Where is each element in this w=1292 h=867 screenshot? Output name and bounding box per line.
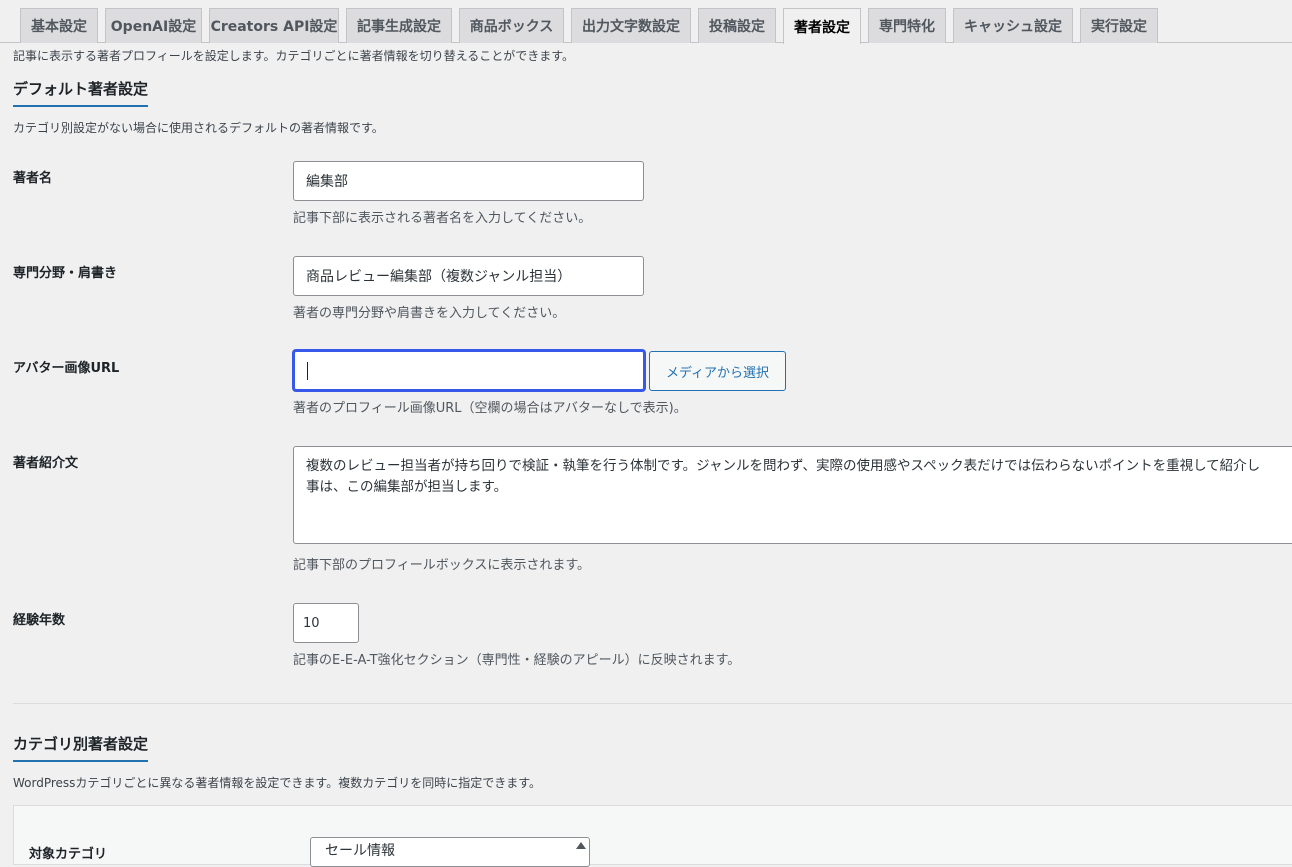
specialty-label: 専門分野・肩書き: [13, 266, 118, 281]
tab-cache-settings[interactable]: キャッシュ設定: [953, 8, 1073, 43]
tab-output-length-settings[interactable]: 出力文字数設定: [571, 8, 691, 43]
experience-years-label: 経験年数: [13, 613, 66, 628]
tab-openai-settings[interactable]: OpenAI設定: [105, 8, 202, 43]
select-from-media-button[interactable]: メディアから選択: [649, 351, 786, 391]
scroll-up-icon[interactable]: [576, 842, 586, 849]
tab-execution-settings[interactable]: 実行設定: [1080, 8, 1158, 43]
specialty-input[interactable]: 商品レビュー編集部（複数ジャンル担当）: [293, 256, 644, 296]
author-name-input[interactable]: 編集部: [293, 161, 644, 201]
author-bio-label: 著者紹介文: [13, 456, 79, 471]
author-bio-line-1: 複数のレビュー担当者が持ち回りで検証・執筆を行う体制です。ジャンルを問わず、実際…: [306, 458, 1261, 474]
tab-creators-api-settings[interactable]: Creators API設定: [209, 8, 339, 43]
author-bio-line-2: 事は、この編集部が担当します。: [306, 479, 508, 495]
tab-product-box[interactable]: 商品ボックス: [459, 8, 564, 43]
tab-basic-settings[interactable]: 基本設定: [20, 8, 98, 43]
experience-years-input[interactable]: 10: [293, 603, 359, 643]
tab-author-settings[interactable]: 著者設定: [783, 8, 861, 44]
section-divider: [13, 703, 1292, 704]
default-author-heading: デフォルト著者設定: [13, 78, 149, 107]
selected-category-option: セール情報: [325, 843, 395, 859]
category-author-heading: カテゴリ別著者設定: [13, 733, 149, 762]
author-bio-textarea[interactable]: 複数のレビュー担当者が持ち回りで検証・執筆を行う体制です。ジャンルを問わず、実際…: [293, 446, 1292, 544]
text-caret: [307, 361, 308, 380]
page-intro: 記事に表示する著者プロフィールを設定します。カテゴリごとに著者情報を切り替えるこ…: [13, 49, 575, 63]
avatar-url-help: 著者のプロフィール画像URL（空欄の場合はアバターなしで表示)。: [293, 401, 687, 416]
author-name-help: 記事下部に表示される著者名を入力してください。: [293, 211, 592, 226]
settings-tab-bar: 基本設定 OpenAI設定 Creators API設定 記事生成設定 商品ボッ…: [0, 0, 1292, 44]
avatar-url-label: アバター画像URL: [13, 361, 120, 376]
tab-article-generation-settings[interactable]: 記事生成設定: [346, 8, 452, 43]
experience-years-help: 記事のE-E-A-T強化セクション（専門性・経験のアピール）に反映されます。: [293, 653, 741, 668]
tab-post-settings[interactable]: 投稿設定: [698, 8, 776, 43]
category-author-panel: [13, 805, 1292, 865]
author-bio-help: 記事下部のプロフィールボックスに表示されます。: [293, 558, 591, 573]
target-category-label: 対象カテゴリ: [29, 847, 108, 862]
tab-specialization[interactable]: 専門特化: [868, 8, 946, 43]
default-author-description: カテゴリ別設定がない場合に使用されるデフォルトの著者情報です。: [13, 121, 384, 135]
author-name-label: 著者名: [13, 171, 53, 186]
category-author-description: WordPressカテゴリごとに異なる著者情報を設定できます。複数カテゴリを同時…: [13, 776, 542, 790]
avatar-url-input[interactable]: [293, 350, 645, 391]
target-category-select[interactable]: セール情報: [310, 837, 590, 867]
specialty-help: 著者の専門分野や肩書きを入力してください。: [293, 306, 566, 321]
